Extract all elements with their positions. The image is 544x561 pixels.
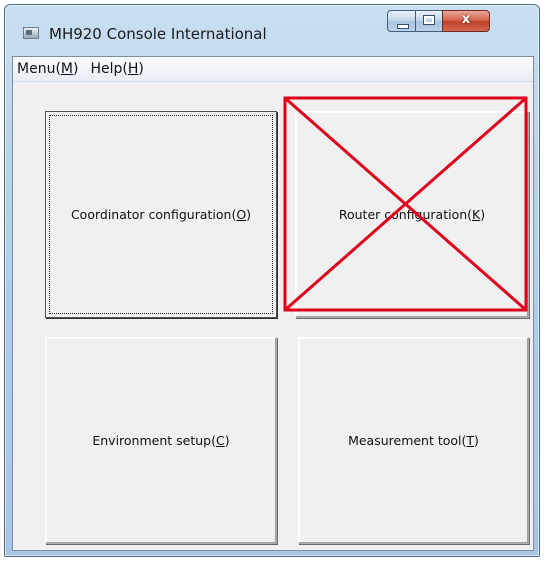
router-label-suffix: )	[480, 207, 486, 222]
menu-item-menu-suffix: )	[73, 61, 79, 77]
maximize-button[interactable]	[415, 10, 442, 32]
coordinator-label-suffix: )	[246, 207, 252, 222]
menu-item-help-mnemonic: H	[127, 61, 139, 77]
environment-setup-label: Environment setup(C)	[92, 433, 229, 448]
maximize-icon	[423, 15, 435, 25]
close-button[interactable]: x	[442, 10, 490, 32]
caption-buttons: x	[387, 10, 490, 32]
app-window-icon[interactable]	[23, 27, 39, 39]
menu-item-menu-label: Menu(	[17, 61, 61, 77]
environment-label-mnemonic: C	[216, 433, 225, 448]
main-window: MH920 Console International x Menu(M) He…	[4, 4, 540, 557]
menu-item-help-suffix: )	[138, 61, 144, 77]
title-bar[interactable]: MH920 Console International x	[5, 5, 539, 55]
router-label-text: Router configuration(	[338, 207, 473, 222]
menu-item-help-label: Help(	[90, 61, 128, 77]
menu-item-menu[interactable]: Menu(M)	[13, 58, 86, 80]
client-area: Menu(M) Help(H) Coordinator configuratio…	[12, 56, 534, 551]
menu-bar: Menu(M) Help(H)	[13, 57, 533, 82]
router-configuration-label: Router configuration(K)	[339, 207, 485, 222]
close-icon: x	[461, 12, 471, 27]
measurement-tool-button[interactable]: Measurement tool(T)	[298, 337, 529, 544]
minimize-icon	[397, 24, 409, 29]
coordinator-configuration-button[interactable]: Coordinator configuration(O)	[45, 111, 277, 318]
measurement-tool-label: Measurement tool(T)	[348, 433, 479, 448]
router-configuration-button[interactable]: Router configuration(K)	[295, 111, 529, 318]
coordinator-label-text: Coordinator configuration(	[70, 207, 237, 222]
coordinator-configuration-label: Coordinator configuration(O)	[71, 207, 251, 222]
minimize-button[interactable]	[387, 10, 415, 32]
environment-label-suffix: )	[224, 433, 230, 448]
measurement-label-mnemonic: T	[466, 433, 475, 448]
environment-label-text: Environment setup(	[92, 433, 216, 448]
window-title: MH920 Console International	[49, 25, 267, 43]
coordinator-label-mnemonic: O	[236, 207, 247, 222]
environment-setup-button[interactable]: Environment setup(C)	[45, 337, 277, 544]
menu-item-menu-mnemonic: M	[60, 61, 73, 77]
measurement-label-text: Measurement tool(	[348, 433, 467, 448]
measurement-label-suffix: )	[474, 433, 479, 448]
menu-item-help[interactable]: Help(H)	[86, 58, 151, 80]
main-panel: Coordinator configuration(O) Router conf…	[13, 82, 533, 550]
